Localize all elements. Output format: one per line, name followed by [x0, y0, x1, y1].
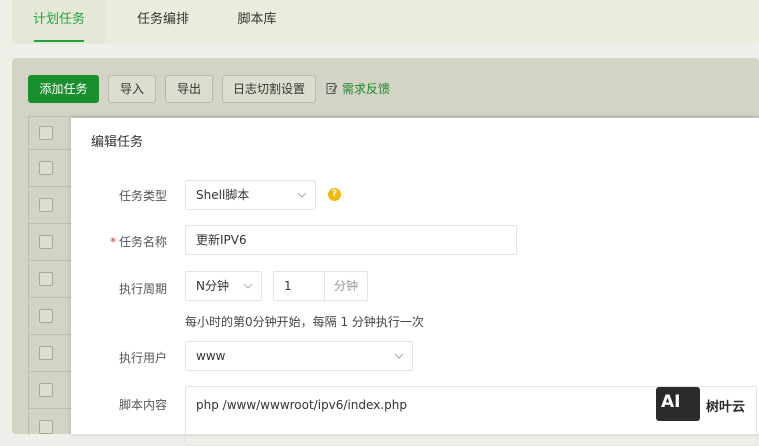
help-icon[interactable]: ?	[328, 188, 341, 201]
row-checkbox[interactable]	[39, 235, 53, 249]
period-label: 执行周期	[118, 282, 167, 296]
task-type-select[interactable]: Shell脚本	[185, 180, 316, 210]
watermark-text: 树叶云	[706, 400, 746, 415]
task-name-label: * 任务名称	[71, 233, 167, 250]
edit-task-dialog: 编辑任务 任务类型 Shell脚本 ? * 任务名称 更新IPV6 执行周期 N分…	[71, 118, 759, 446]
task-type-label: 任务类型	[118, 189, 167, 203]
minutes-value: 1	[284, 279, 292, 293]
export-button[interactable]: 导出	[165, 75, 213, 103]
task-type-value: Shell脚本	[196, 188, 250, 202]
tab-script-library[interactable]: 脚本库	[220, 0, 294, 44]
minutes-unit: 分钟	[324, 272, 367, 300]
watermark-logo-text: AI	[661, 392, 681, 412]
period-mode-value: N分钟	[196, 279, 229, 293]
log-rotation-settings-button[interactable]: 日志切割设置	[222, 75, 316, 103]
row-checkbox[interactable]	[39, 420, 53, 434]
edit-icon	[326, 83, 338, 94]
row-checkbox[interactable]	[39, 198, 53, 212]
chevron-down-icon	[243, 283, 253, 289]
row-checkbox[interactable]	[39, 309, 53, 323]
row-checkbox[interactable]	[39, 161, 53, 175]
tab-scheduled-tasks[interactable]: 计划任务	[12, 0, 106, 44]
add-task-button[interactable]: 添加任务	[28, 75, 99, 103]
select-all-checkbox[interactable]	[39, 126, 53, 140]
run-user-value: www	[196, 349, 226, 363]
task-name-label-text: 任务名称	[118, 235, 167, 249]
dialog-title: 编辑任务	[91, 135, 144, 150]
chevron-down-icon	[394, 353, 404, 359]
tab-task-orchestration[interactable]: 任务编排	[118, 0, 208, 44]
task-name-value: 更新IPV6	[196, 233, 247, 247]
row-checkbox[interactable]	[39, 383, 53, 397]
run-user-label: 执行用户	[118, 351, 167, 365]
period-hint: 每小时的第0分钟开始，每隔 1 分钟执行一次	[185, 315, 424, 329]
top-tab-bar: 计划任务 任务编排 脚本库	[12, 0, 759, 44]
watermark-logo: AI	[656, 387, 700, 421]
import-button[interactable]: 导入	[108, 75, 156, 103]
feedback-label: 需求反馈	[342, 82, 391, 96]
required-mark: *	[109, 235, 116, 249]
task-name-input[interactable]: 更新IPV6	[185, 225, 517, 255]
run-user-select[interactable]: www	[185, 341, 413, 371]
row-checkbox[interactable]	[39, 346, 53, 360]
script-content-label: 脚本内容	[118, 398, 167, 412]
feedback-link[interactable]: 需求反馈	[326, 75, 390, 103]
minutes-input[interactable]: 1 分钟	[273, 271, 368, 301]
period-mode-select[interactable]: N分钟	[185, 271, 262, 301]
chevron-down-icon	[297, 192, 307, 198]
row-checkbox[interactable]	[39, 272, 53, 286]
